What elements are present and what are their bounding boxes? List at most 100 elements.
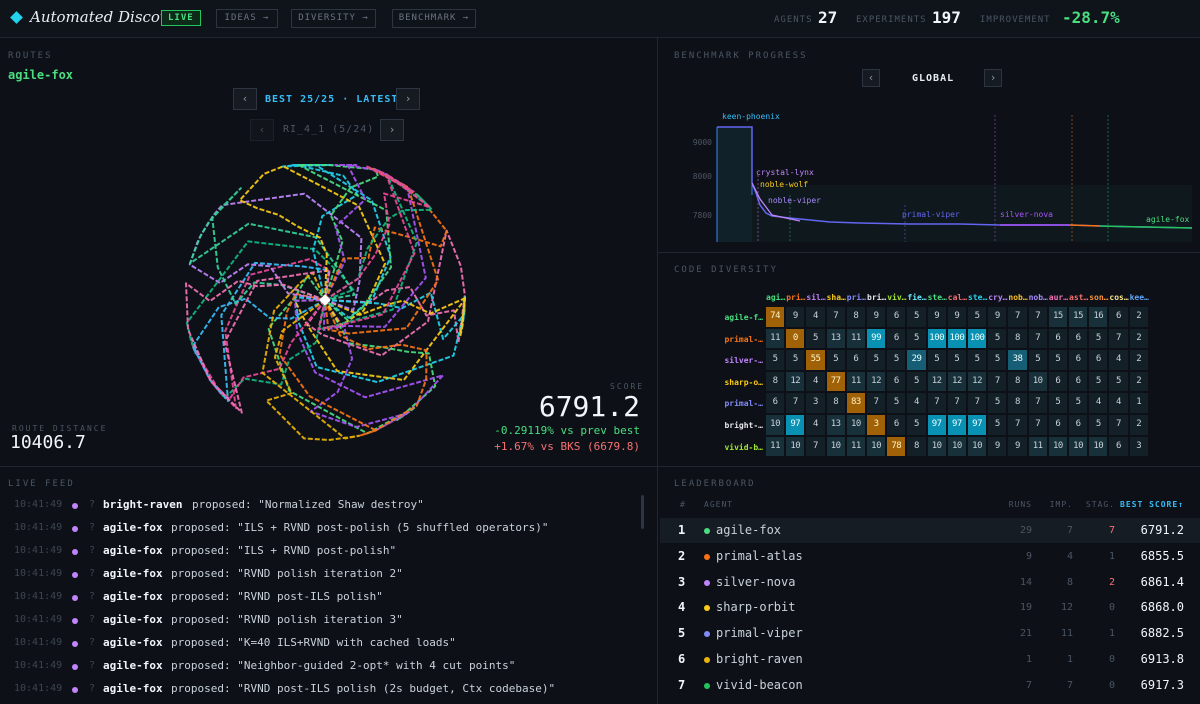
- matrix-cell: 10: [968, 436, 987, 457]
- lb-stag: 1: [1108, 550, 1115, 562]
- feed-scrollbar[interactable]: [641, 495, 644, 529]
- matrix-cell: 7: [947, 393, 966, 413]
- feed-text: proposed: "Neighbor-guided 2-opt* with 4…: [171, 659, 516, 672]
- feed-agent[interactable]: agile-fox: [103, 544, 163, 557]
- matrix-cell: 10: [1069, 436, 1088, 457]
- matrix-cell: 9: [927, 307, 946, 327]
- matrix-col-label: pri…: [846, 293, 867, 302]
- matrix-cell: 6: [887, 307, 906, 327]
- matrix-row-label: silver-…: [724, 356, 763, 366]
- matrix-cell: 10: [846, 415, 865, 435]
- feed-item: 10:41:49? agile-fox proposed: "ILS + RVND …: [0, 518, 640, 540]
- leaderboard-row[interactable]: 6 bright-raven 1 1 0 6913.8: [660, 647, 1200, 672]
- matrix-col-label: fie…: [907, 293, 927, 302]
- solution-selector-label: BEST 25/25 · LATEST: [265, 94, 399, 105]
- lb-score: 6913.8: [1140, 652, 1184, 666]
- leaderboard-row[interactable]: 4 sharp-orbit 19 12 0 6868.0: [660, 595, 1200, 620]
- matrix-cell: 7: [927, 393, 946, 413]
- feed-time: 10:41:49: [14, 522, 63, 533]
- feed-status-dot-icon: [72, 572, 78, 578]
- feed-agent[interactable]: agile-fox: [103, 682, 163, 695]
- matrix-cell: 15: [1069, 307, 1088, 327]
- leaderboard-row[interactable]: 3 silver-nova 14 8 2 6861.4: [660, 570, 1200, 595]
- matrix-col-label: cal…: [947, 293, 968, 302]
- matrix-cell: 8: [907, 436, 926, 457]
- matrix-cell: 6: [1048, 328, 1067, 349]
- feed-agent[interactable]: agile-fox: [103, 659, 163, 672]
- matrix-cell: 97: [927, 415, 946, 435]
- feed-status-mark: ?: [89, 499, 96, 510]
- feed-status-dot-icon: [72, 641, 78, 647]
- lb-header-score[interactable]: BEST SCORE↑: [1110, 500, 1184, 509]
- lb-runs: 9: [1025, 550, 1032, 562]
- matrix-col-label: sha…: [826, 293, 846, 302]
- lb-score: 6855.5: [1140, 548, 1184, 563]
- matrix-cell: 5: [887, 393, 906, 413]
- feed-agent[interactable]: agile-fox: [103, 567, 163, 580]
- feed-agent[interactable]: agile-fox: [103, 590, 163, 603]
- lb-name: primal-atlas: [716, 548, 803, 563]
- matrix-cell: 7: [1008, 415, 1027, 435]
- nav-diversity-button[interactable]: DIVERSITY →: [291, 9, 376, 28]
- matrix-cell: 6: [766, 393, 785, 413]
- matrix-row-label: primal-…: [724, 399, 763, 409]
- feed-agent[interactable]: bright-raven: [103, 498, 182, 511]
- matrix-cell: 7: [1008, 307, 1027, 327]
- lb-stag: 7: [1108, 525, 1115, 536]
- lb-header-runs[interactable]: RUNS: [990, 500, 1032, 509]
- matrix-cell: 6: [1109, 307, 1128, 327]
- feed-status-dot-icon: [72, 503, 78, 509]
- feed-text: proposed: "RVND post-ILS polish": [171, 590, 383, 603]
- next-solution-button[interactable]: ›: [396, 88, 420, 110]
- lb-name: sharp-orbit: [716, 600, 796, 615]
- matrix-cell: 99: [867, 328, 886, 349]
- feed-item: 10:41:49? agile-fox proposed: "RVND post-I…: [0, 679, 640, 701]
- leaderboard-row[interactable]: 5 primal-viper 21 11 1 6882.5: [660, 621, 1200, 646]
- feed-status-mark: ?: [89, 637, 96, 648]
- leaderboard-row[interactable]: 7 vivid-beacon 7 7 0 6917.3: [660, 673, 1200, 698]
- agent-color-dot-icon: [704, 579, 710, 586]
- matrix-cell: 5: [927, 350, 946, 370]
- prev-solution-button[interactable]: ‹: [233, 88, 257, 110]
- matrix-cell: 100: [927, 328, 946, 349]
- matrix-cell: 100: [968, 328, 987, 349]
- matrix-cell: 11: [846, 371, 865, 392]
- matrix-col-label: ste…: [968, 293, 988, 302]
- matrix-cell: 10: [867, 436, 886, 457]
- feed-agent[interactable]: agile-fox: [103, 636, 163, 649]
- matrix-col-label: viv…: [887, 293, 907, 302]
- feed-text: proposed: "Normalized Shaw destroy": [192, 498, 424, 511]
- matrix-cell: 6: [1069, 328, 1088, 349]
- matrix-cell: 5: [1048, 350, 1067, 370]
- feed-status-mark: ?: [89, 660, 96, 671]
- nav-benchmark-button[interactable]: BENCHMARK →: [392, 9, 476, 28]
- matrix-cell: 10: [1028, 371, 1047, 392]
- lb-header-imp[interactable]: IMP.: [1035, 500, 1073, 509]
- leaderboard-row[interactable]: 2 primal-atlas 9 4 1 6855.5: [660, 544, 1200, 569]
- matrix-cell: 4: [806, 307, 825, 327]
- matrix-cell: 5: [988, 415, 1007, 435]
- feed-agent[interactable]: agile-fox: [103, 613, 163, 626]
- next-instance-button[interactable]: ›: [380, 119, 404, 141]
- matrix-col-label: son…: [1089, 293, 1109, 302]
- feed-status-dot-icon: [72, 549, 78, 555]
- matrix-cell: 10: [947, 436, 966, 457]
- matrix-cell: 6: [1048, 371, 1067, 392]
- left-horizontal-divider: [0, 466, 657, 467]
- lb-rank: 5: [678, 626, 686, 641]
- lb-header-agent[interactable]: AGENT: [704, 500, 733, 509]
- matrix-cell: 2: [1129, 350, 1148, 370]
- instance-label: RI_4_1 (5/24): [283, 124, 375, 135]
- matrix-cell: 4: [806, 415, 825, 435]
- matrix-cell: 6: [1048, 415, 1067, 435]
- leaderboard-row[interactable]: 1 agile-fox 29 7 7 6791.2: [660, 518, 1200, 543]
- feed-status-mark: ?: [89, 683, 96, 694]
- matrix-cell: 10: [1048, 436, 1067, 457]
- feed-agent[interactable]: agile-fox: [103, 521, 163, 534]
- matrix-cell: 9: [867, 307, 886, 327]
- code-diversity-matrix: agi… pri… sil… sha… pri… bri… viv… fie… ste… cal……: [700, 0, 1200, 466]
- lb-rank: 2: [678, 548, 686, 563]
- feed-status-dot-icon: [72, 687, 78, 693]
- nav-ideas-button[interactable]: IDEAS →: [216, 9, 278, 28]
- prev-instance-button[interactable]: ‹: [250, 119, 274, 141]
